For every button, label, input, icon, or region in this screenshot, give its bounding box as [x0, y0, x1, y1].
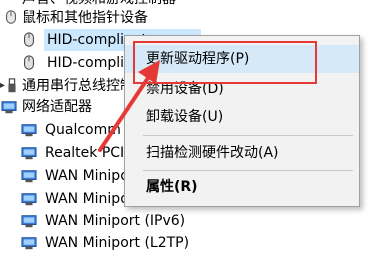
mouse-icon: [6, 10, 16, 24]
menu-item-uninstall-device[interactable]: 卸载设备(U): [125, 103, 359, 131]
network-adapter-icon: [21, 170, 37, 183]
mouse-icon: [24, 32, 34, 47]
annotation-highlight-box: [133, 41, 317, 84]
tree-category-label: 网络适配器: [22, 99, 92, 115]
menu-item-label: 属性(R): [146, 179, 198, 195]
mouse-icon: [24, 55, 34, 70]
menu-separator: [143, 170, 353, 171]
tree-category-label: 鼠标和其他指针设备: [22, 10, 148, 26]
network-adapter-icon: [21, 237, 37, 250]
tree-category-mice[interactable]: 鼠标和其他指针设备: [0, 7, 210, 29]
menu-item-label: 卸载设备(U): [146, 109, 224, 125]
tree-item-label: WAN Miniport (IPv6): [45, 213, 186, 229]
menu-item-scan-hardware[interactable]: 扫描检测硬件改动(A): [125, 139, 359, 167]
usb-icon: [8, 78, 16, 93]
network-adapter-icon: [21, 193, 37, 206]
menu-item-label: 扫描检测硬件改动(A): [146, 145, 279, 161]
network-adapter-icon: [21, 124, 37, 137]
menu-item-properties[interactable]: 属性(R): [125, 173, 359, 201]
menu-separator: [143, 135, 353, 136]
network-adapter-icon: [1, 101, 17, 114]
tree-item-label: WAN Miniport (L2TP): [45, 235, 190, 251]
network-adapter-icon: [21, 147, 37, 160]
network-adapter-icon: [21, 215, 37, 228]
